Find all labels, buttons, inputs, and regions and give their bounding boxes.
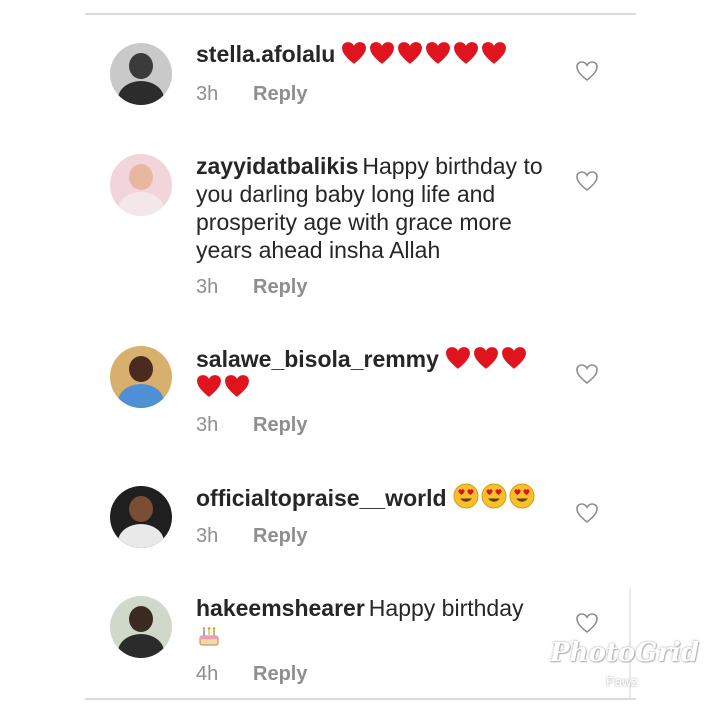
- comment-username[interactable]: salawe_bisola_remmy: [196, 346, 439, 372]
- reply-button[interactable]: Reply: [253, 663, 307, 685]
- avatar[interactable]: [110, 486, 172, 548]
- reply-button[interactable]: Reply: [253, 525, 307, 547]
- avatar[interactable]: [110, 596, 172, 658]
- comment-time: 3h: [196, 83, 219, 105]
- bottom-divider: [85, 698, 636, 700]
- comment-username[interactable]: stella.afolalu: [196, 41, 335, 67]
- comment-text: hakeemshearer Happy birthday: [196, 594, 546, 650]
- comment-username[interactable]: officialtopraise__world: [196, 485, 447, 511]
- red-heart-icon: [425, 41, 451, 65]
- red-heart-icon: [501, 346, 527, 370]
- red-heart-icon: [196, 374, 222, 398]
- comment-text: zayyidatbalikis Happy birthday to you dar…: [196, 152, 546, 264]
- heart-eyes-emoji-icon: [481, 483, 507, 509]
- heart-emoji-group: [339, 41, 507, 67]
- red-heart-icon: [397, 41, 423, 65]
- red-heart-icon: [224, 374, 250, 398]
- comment-time: 3h: [196, 414, 219, 436]
- red-heart-icon: [481, 41, 507, 65]
- comment-time: 3h: [196, 276, 219, 298]
- heart-outline-icon[interactable]: [575, 363, 599, 385]
- heart-eyes-emoji-icon: [509, 483, 535, 509]
- heart-outline-icon[interactable]: [575, 60, 599, 82]
- reply-button[interactable]: Reply: [253, 414, 307, 436]
- comment-text: officialtopraise__world: [196, 483, 546, 512]
- avatar[interactable]: [110, 43, 172, 105]
- comment-meta: 3h Reply: [196, 276, 307, 299]
- heart-outline-icon[interactable]: [575, 612, 599, 634]
- comments-panel: stella.afolalu 3h Reply zayyidatbalikis Ha…: [85, 0, 636, 720]
- avatar[interactable]: [110, 154, 172, 216]
- comment-time: 3h: [196, 525, 219, 547]
- watermark-logo: PhotoGrid: [550, 638, 700, 668]
- red-heart-icon: [473, 346, 499, 370]
- comment-body: Happy birthday: [368, 595, 524, 621]
- watermark-subtext: Pawz: [606, 674, 638, 689]
- heart-outline-icon[interactable]: [575, 502, 599, 524]
- avatar[interactable]: [110, 346, 172, 408]
- comment-username[interactable]: hakeemshearer: [196, 595, 365, 621]
- emoji-group: [451, 483, 535, 511]
- comment-meta: 3h Reply: [196, 525, 307, 548]
- reply-button[interactable]: Reply: [253, 83, 307, 105]
- birthday-cake-icon: [196, 622, 222, 648]
- red-heart-icon: [341, 41, 367, 65]
- comment-username[interactable]: zayyidatbalikis: [196, 153, 358, 179]
- comment-meta: 3h Reply: [196, 83, 307, 106]
- reply-button[interactable]: Reply: [253, 276, 307, 298]
- comment-text: salawe_bisola_remmy: [196, 345, 546, 401]
- heart-eyes-emoji-icon: [453, 483, 479, 509]
- top-divider: [85, 13, 636, 15]
- comment-time: 4h: [196, 663, 219, 685]
- comment-meta: 4h Reply: [196, 663, 307, 686]
- comment-meta: 3h Reply: [196, 414, 307, 437]
- red-heart-icon: [369, 41, 395, 65]
- comment-text: stella.afolalu: [196, 40, 546, 68]
- red-heart-icon: [453, 41, 479, 65]
- heart-outline-icon[interactable]: [575, 170, 599, 192]
- red-heart-icon: [445, 346, 471, 370]
